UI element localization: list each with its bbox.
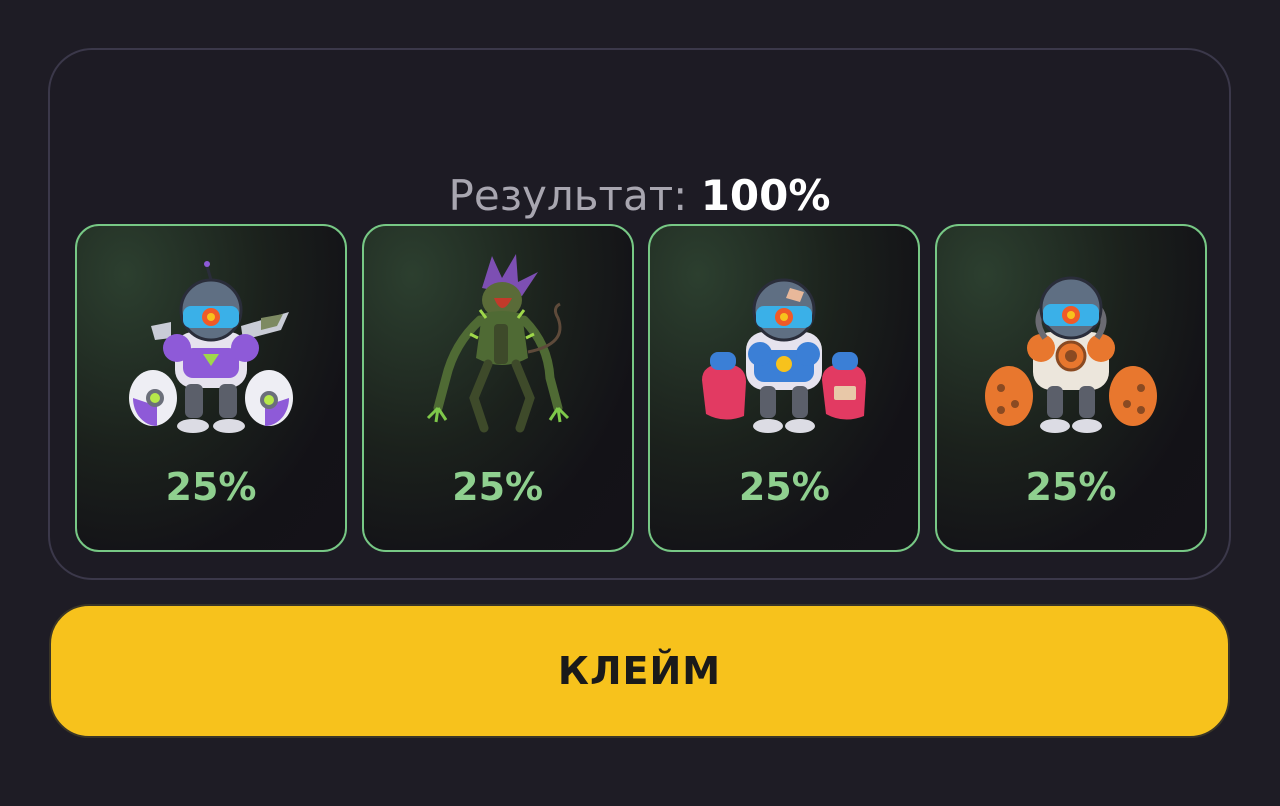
character-card-4[interactable]: 25%	[934, 224, 1207, 552]
card-percent: 25%	[1025, 465, 1117, 509]
character-card-2[interactable]: 25%	[361, 224, 634, 552]
green-mutant-icon	[426, 254, 569, 433]
result-value: 100%	[700, 171, 831, 220]
result-label: Результат:	[448, 171, 688, 220]
card-percent: 25%	[165, 465, 257, 509]
blue-red-robot-icon	[702, 278, 867, 433]
card-percent: 25%	[738, 465, 830, 509]
claim-button[interactable]: КЛЕЙМ	[49, 604, 1230, 738]
character-cards: 25% 25% 25% 25%	[75, 224, 1207, 554]
card-percent: 25%	[452, 465, 544, 509]
purple-robot-icon	[129, 261, 293, 433]
orange-robot-icon	[984, 276, 1157, 433]
character-card-3[interactable]: 25%	[648, 224, 921, 552]
result-line: Результат: 100%	[50, 168, 1229, 224]
character-card-1[interactable]: 25%	[75, 224, 347, 552]
